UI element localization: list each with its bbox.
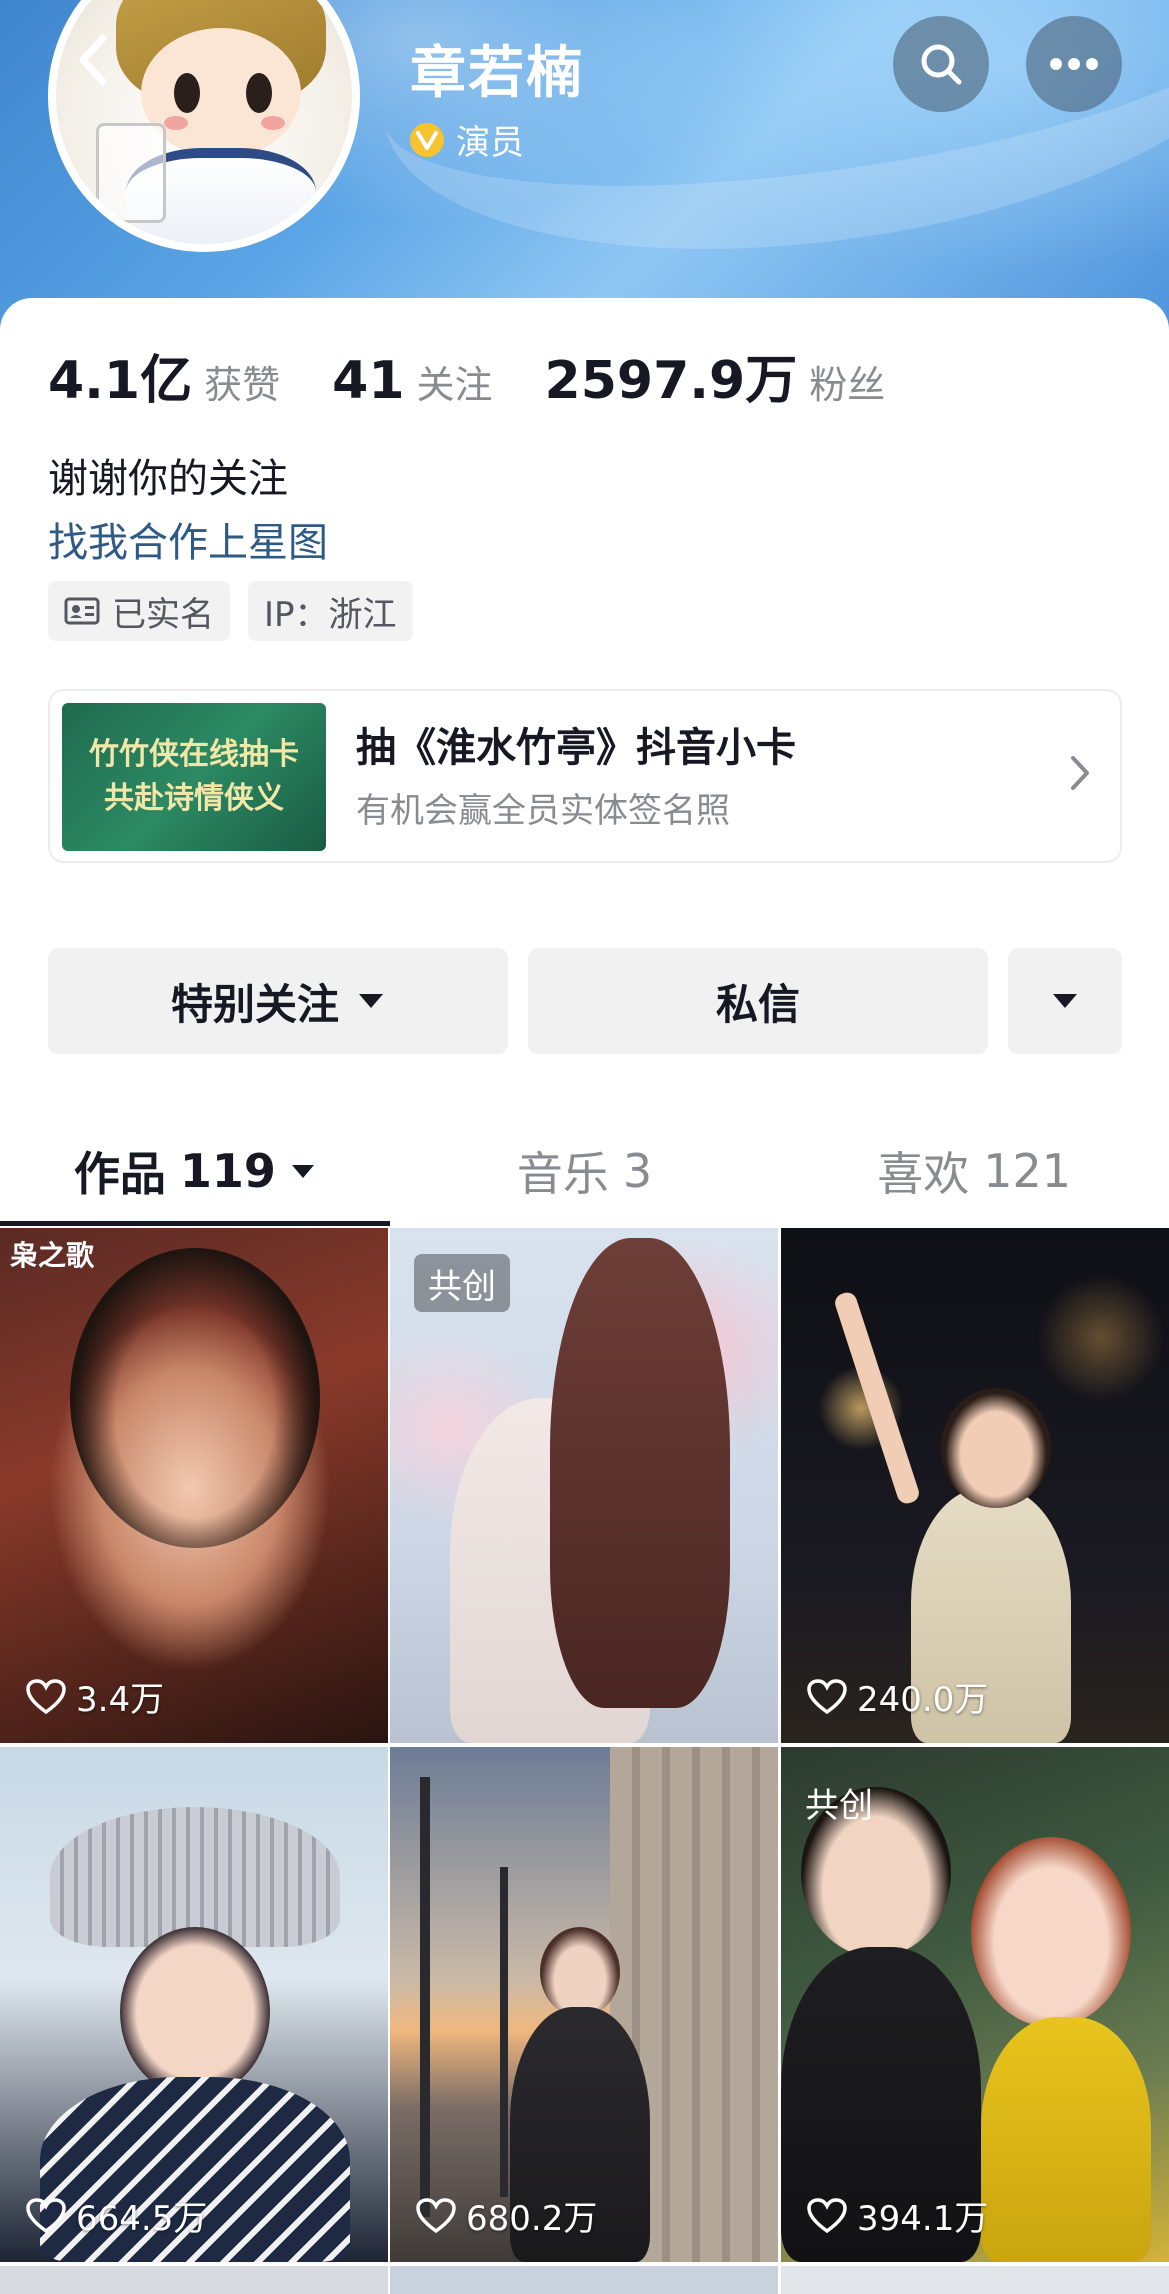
tab-label: 喜欢 <box>877 1147 970 1201</box>
video-likes: 3.4万 <box>26 1672 164 1721</box>
promo-thumbnail: 竹竹侠在线抽卡 共赴诗情侠义 <box>62 703 326 851</box>
action-buttons: 特别关注 私信 <box>48 948 1122 1054</box>
promo-subtitle: 有机会赢全员实体签名照 <box>356 791 730 831</box>
verification-row: 演员 <box>410 115 524 164</box>
real-name-label: 已实名 <box>112 594 214 635</box>
bio-link[interactable]: 找我合作上星图 <box>48 510 328 568</box>
video-thumbnail[interactable]: 664.5万 <box>0 1747 388 2262</box>
video-likes: 394.1万 <box>807 2191 988 2240</box>
special-follow-button[interactable]: 特别关注 <box>48 948 508 1054</box>
stat-label: 粉丝 <box>809 363 886 407</box>
chevron-right-icon <box>1068 753 1092 797</box>
tab-count: 121 <box>983 1144 1072 1198</box>
video-watermark: 枭之歌 <box>10 1239 95 1272</box>
tab-label: 作品 <box>73 1147 166 1201</box>
stat-value: 2597.9万 <box>544 351 798 411</box>
special-follow-label: 特别关注 <box>170 979 339 1029</box>
collab-badge: 共创 <box>805 1785 873 1826</box>
promo-thumb-line2: 共赴诗情侠义 <box>104 781 284 816</box>
stat-likes[interactable]: 4.1亿 获赞 <box>48 338 280 413</box>
chevron-left-icon <box>79 34 107 86</box>
stat-value: 4.1亿 <box>48 351 193 411</box>
id-card-icon <box>64 597 100 625</box>
verification-label: 演员 <box>456 123 524 163</box>
heart-icon <box>26 2197 66 2233</box>
profile-name: 章若楠 <box>410 41 584 106</box>
stat-label: 关注 <box>416 363 493 407</box>
stats-row: 4.1亿 获赞 41 关注 2597.9万 粉丝 <box>48 338 937 413</box>
video-thumbnail[interactable] <box>0 2266 388 2294</box>
promo-title: 抽《淮水竹亭》抖音小卡 <box>356 725 796 771</box>
verified-icon <box>410 122 444 157</box>
heart-icon <box>807 1678 847 1714</box>
recommendations-toggle-button[interactable] <box>1008 948 1122 1054</box>
video-thumbnail[interactable]: 枭之歌 3.4万 <box>0 1228 388 1743</box>
stat-followers[interactable]: 2597.9万 粉丝 <box>545 338 886 413</box>
caret-down-icon <box>359 994 383 1008</box>
video-likes-count: 664.5万 <box>76 2199 208 2239</box>
profile-header: 章若楠 演员 <box>0 0 1169 330</box>
video-likes-count: 3.4万 <box>76 1680 165 1720</box>
heart-icon <box>807 2197 847 2233</box>
tab-likes[interactable]: 喜欢 121 <box>779 1116 1169 1226</box>
video-likes: 680.2万 <box>416 2191 597 2240</box>
search-icon <box>921 44 962 85</box>
profile-tags: 已实名 IP：浙江 <box>48 581 413 641</box>
message-button[interactable]: 私信 <box>528 948 988 1054</box>
video-likes: 240.0万 <box>807 1672 988 1721</box>
video-thumbnail[interactable]: 240.0万 <box>781 1228 1169 1743</box>
stat-following[interactable]: 41 关注 <box>332 351 492 411</box>
video-likes: 664.5万 <box>26 2191 207 2240</box>
stat-value: 41 <box>332 351 405 411</box>
tab-count: 3 <box>622 1144 653 1198</box>
video-likes-count: 240.0万 <box>857 1680 989 1720</box>
tab-works[interactable]: 作品 119 <box>0 1116 390 1226</box>
more-icon <box>1050 58 1098 70</box>
tab-label: 音乐 <box>516 1147 609 1201</box>
search-button[interactable] <box>893 16 989 112</box>
promo-banner[interactable]: 竹竹侠在线抽卡 共赴诗情侠义 抽《淮水竹亭》抖音小卡 有机会赢全员实体签名照 <box>48 689 1122 863</box>
content-tabs: 作品 119 音乐 3 喜欢 121 <box>0 1116 1169 1226</box>
stat-label: 获赞 <box>204 363 281 407</box>
ip-location-label: IP：浙江 <box>264 594 397 635</box>
tab-music[interactable]: 音乐 3 <box>390 1116 780 1226</box>
active-tab-indicator <box>0 1221 390 1226</box>
video-thumbnail[interactable]: 680.2万 <box>390 1747 778 2262</box>
bio-text: 谢谢你的关注 <box>48 456 288 502</box>
promo-thumb-line1: 竹竹侠在线抽卡 <box>89 737 299 772</box>
video-thumbnail[interactable] <box>781 2266 1169 2294</box>
real-name-tag: 已实名 <box>48 581 230 641</box>
more-button[interactable] <box>1026 16 1122 112</box>
ip-location-tag: IP：浙江 <box>248 581 413 641</box>
tab-count: 119 <box>179 1144 276 1198</box>
video-thumbnail[interactable]: 共创 394.1万 <box>781 1747 1169 2262</box>
caret-down-icon <box>1053 994 1077 1008</box>
caret-down-icon <box>291 1165 314 1178</box>
back-button[interactable] <box>58 25 128 95</box>
video-likes-count: 680.2万 <box>466 2199 598 2239</box>
video-thumbnail[interactable] <box>390 2266 778 2294</box>
video-likes-count: 394.1万 <box>857 2199 989 2239</box>
message-label: 私信 <box>715 979 800 1029</box>
heart-icon <box>26 1678 66 1714</box>
video-thumbnail[interactable]: 共创 <box>390 1228 778 1743</box>
heart-icon <box>416 2197 456 2233</box>
collab-badge: 共创 <box>414 1254 510 1312</box>
